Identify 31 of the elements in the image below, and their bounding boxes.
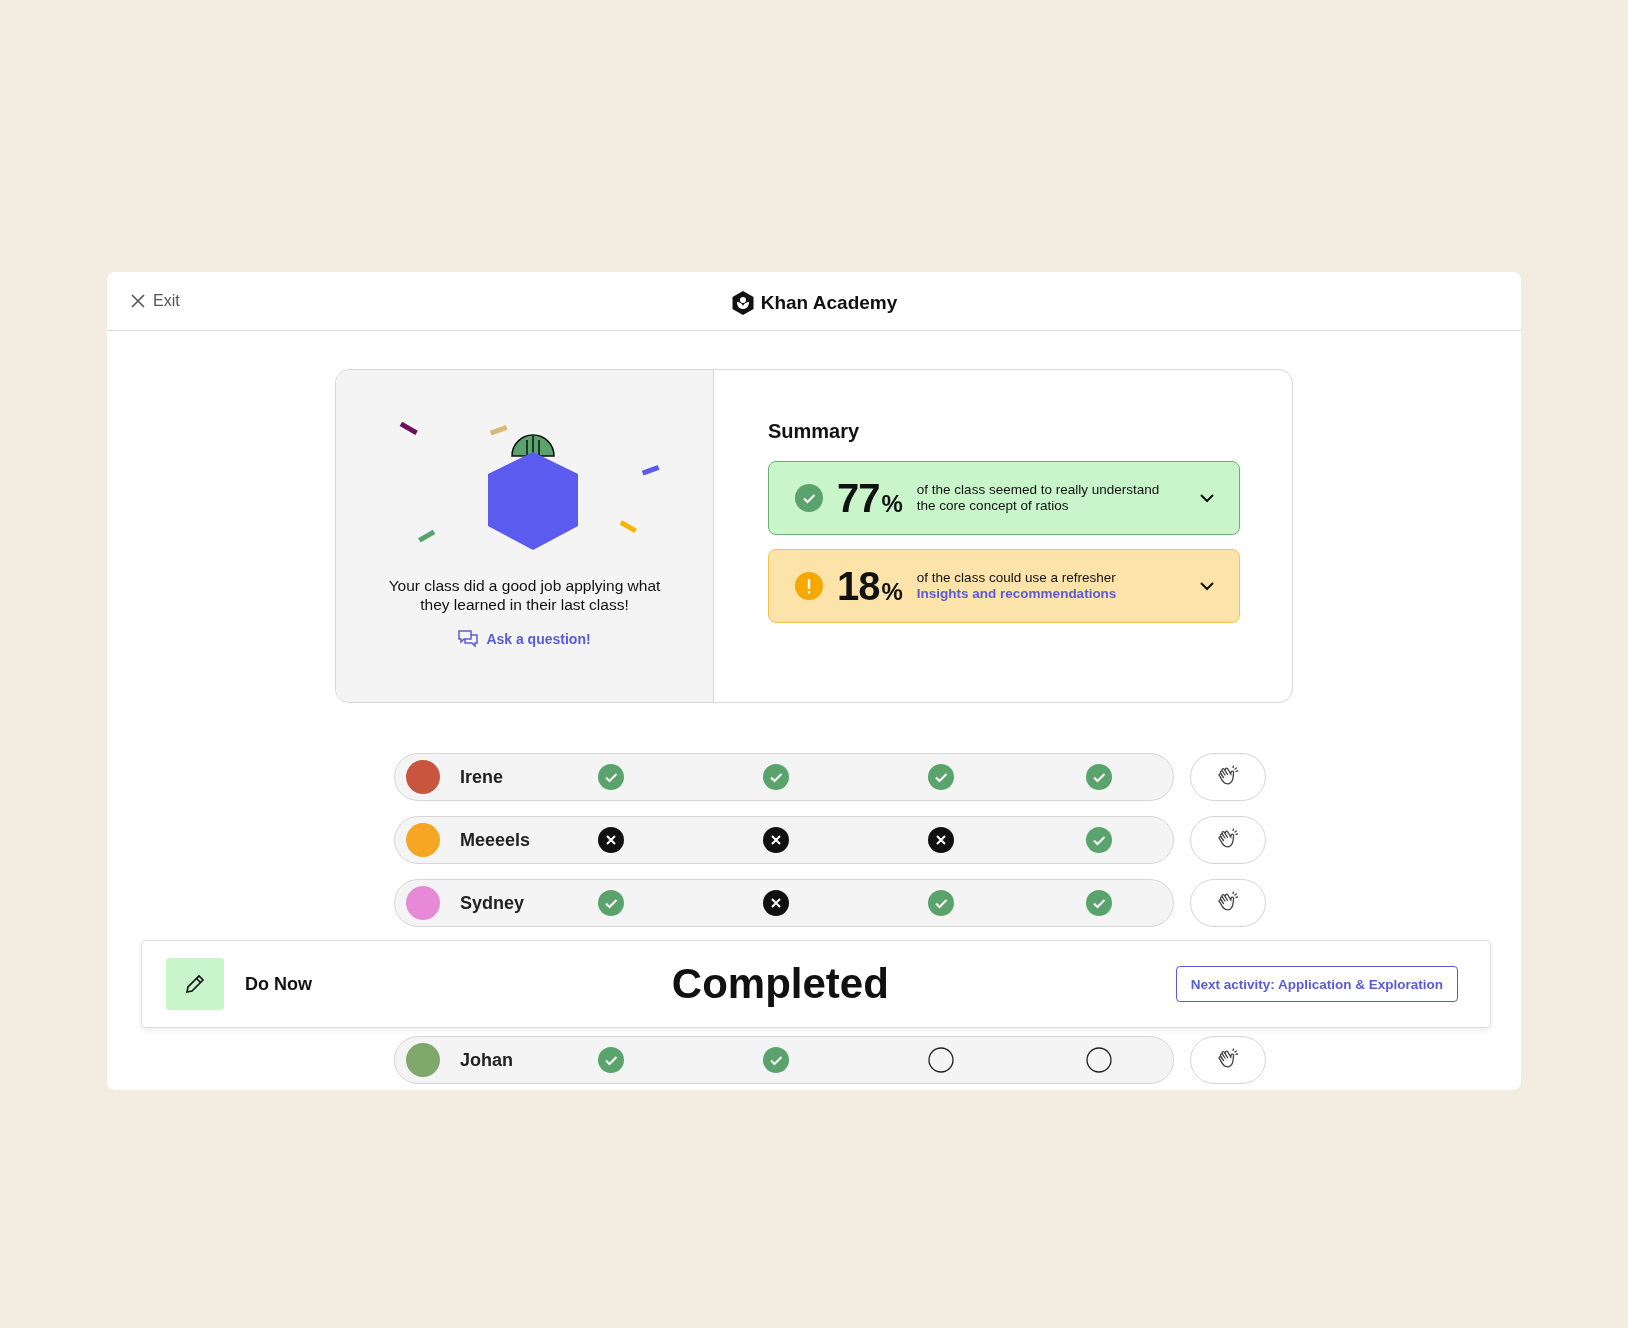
close-icon bbox=[131, 294, 145, 308]
insights-link[interactable]: Insights and recommendations bbox=[916, 586, 1197, 602]
logo-icon bbox=[730, 290, 755, 316]
logo-text: Khan Academy bbox=[760, 292, 898, 314]
summary-text: of the class seemed to really understand the core concept of ratios bbox=[916, 482, 1161, 514]
student-name: Johan bbox=[460, 1049, 513, 1071]
student-name: Meeeels bbox=[460, 829, 531, 851]
percent-value: 77 bbox=[837, 475, 880, 521]
expand-button[interactable] bbox=[1197, 491, 1217, 505]
next-activity-button[interactable]: Next activity: Application & Exploration bbox=[1175, 966, 1458, 1002]
pencil-icon bbox=[183, 972, 207, 996]
student-name: Irene bbox=[460, 766, 504, 788]
celebration-message: Your class did a good job applying what they learned in their last class! bbox=[387, 576, 662, 614]
student-name: Sydney bbox=[460, 892, 525, 914]
summary-title: Summary bbox=[768, 420, 861, 443]
warning-icon bbox=[795, 572, 823, 600]
percent-sign: % bbox=[881, 578, 903, 606]
ask-question-link[interactable]: Ask a question! bbox=[458, 630, 591, 648]
applaud-button[interactable] bbox=[1190, 753, 1266, 801]
expand-button[interactable] bbox=[1197, 579, 1217, 593]
applaud-button[interactable] bbox=[1190, 879, 1266, 927]
check-icon bbox=[795, 484, 823, 512]
exit-button[interactable]: Exit bbox=[127, 288, 184, 314]
applaud-button[interactable] bbox=[1190, 1036, 1266, 1084]
completion-status: Completed bbox=[670, 960, 890, 1008]
percent-sign: % bbox=[881, 490, 903, 518]
chat-icon bbox=[458, 630, 479, 648]
summary-text: of the class could use a refresher bbox=[916, 570, 1117, 586]
applaud-button[interactable] bbox=[1190, 816, 1266, 864]
activity-name: Do Now bbox=[245, 973, 313, 995]
percent-value: 18 bbox=[837, 563, 880, 609]
